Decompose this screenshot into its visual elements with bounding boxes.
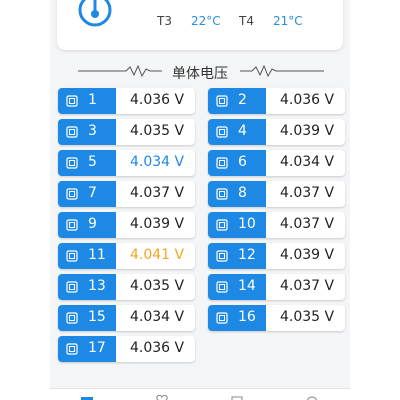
cell-voltage-header: 单体电压 — [50, 60, 350, 84]
cell-voltage-item[interactable]: 8 4.037 V — [208, 181, 345, 207]
cell-index-badge: 7 — [58, 181, 116, 207]
cell-voltage-item[interactable]: 17 4.036 V — [58, 336, 195, 362]
pulse-line-right-icon — [240, 65, 324, 77]
cell-index-badge: 5 — [58, 150, 116, 176]
battery-cell-icon — [66, 157, 78, 169]
battery-cell-icon — [216, 188, 228, 200]
temp-label-t4: T4 — [239, 14, 254, 28]
cell-index-label: 1 — [88, 92, 97, 108]
cell-voltage-item[interactable]: 14 4.037 V — [208, 274, 345, 300]
home-icon[interactable] — [80, 395, 94, 400]
cell-index-label: 7 — [88, 185, 97, 201]
device-icon[interactable] — [230, 395, 244, 400]
cell-index-label: 9 — [88, 216, 97, 232]
cell-index-badge: 6 — [208, 150, 266, 176]
cell-index-label: 17 — [88, 340, 106, 356]
cell-voltage-value: 4.036 V — [130, 92, 185, 108]
cell-index-label: 5 — [88, 154, 97, 170]
temp-label-t3: T3 — [157, 14, 172, 28]
temperature-card: T3 22°C T4 21°C — [57, 0, 343, 50]
cell-index-label: 12 — [238, 247, 256, 263]
cell-index-label: 3 — [88, 123, 97, 139]
cell-voltage-value: 4.037 V — [280, 216, 335, 232]
cell-voltage-value: 4.037 V — [280, 185, 335, 201]
cell-voltage-value: 4.034 V — [130, 309, 185, 325]
temp-value-t4: 21°C — [273, 14, 303, 28]
cell-index-badge: 2 — [208, 88, 266, 114]
battery-cell-icon — [66, 95, 78, 107]
cell-index-label: 16 — [238, 309, 256, 325]
cell-index-badge: 9 — [58, 212, 116, 238]
battery-cell-icon — [66, 343, 78, 355]
cell-index-badge: 17 — [58, 336, 116, 362]
cell-index-badge: 13 — [58, 274, 116, 300]
cell-voltage-item[interactable]: 9 4.039 V — [58, 212, 195, 238]
heart-icon[interactable] — [155, 395, 169, 400]
cell-index-badge: 14 — [208, 274, 266, 300]
cell-index-label: 11 — [88, 247, 106, 263]
cell-voltage-item[interactable]: 16 4.035 V — [208, 305, 345, 331]
cell-voltage-value: 4.039 V — [280, 247, 335, 263]
battery-cell-icon — [216, 95, 228, 107]
battery-cell-icon — [66, 281, 78, 293]
cell-index-badge: 3 — [58, 119, 116, 145]
cell-voltage-item[interactable]: 3 4.035 V — [58, 119, 195, 145]
cell-index-label: 14 — [238, 278, 256, 294]
battery-cell-icon — [216, 219, 228, 231]
battery-cell-icon — [216, 250, 228, 262]
cell-voltage-value: 4.034 V — [280, 154, 335, 170]
cell-index-label: 10 — [238, 216, 256, 232]
cell-index-label: 15 — [88, 309, 106, 325]
cell-index-badge: 15 — [58, 305, 116, 331]
cell-index-label: 8 — [238, 185, 247, 201]
cell-index-badge: 10 — [208, 212, 266, 238]
cell-index-label: 2 — [238, 92, 247, 108]
battery-cell-icon — [66, 126, 78, 138]
cell-voltage-value: 4.036 V — [280, 92, 335, 108]
cell-voltage-value: 4.039 V — [280, 123, 335, 139]
cell-voltage-value: 4.039 V — [130, 216, 185, 232]
app-screen: T3 22°C T4 21°C 单体电压 1 4.036 V 2 4.036 V 3 4.… — [50, 0, 350, 400]
cell-voltage-value: 4.036 V — [130, 340, 185, 356]
cell-voltage-item[interactable]: 7 4.037 V — [58, 181, 195, 207]
cell-index-badge: 8 — [208, 181, 266, 207]
temp-value-t3: 22°C — [191, 14, 221, 28]
cell-voltage-value: 4.035 V — [130, 278, 185, 294]
bottom-nav — [50, 388, 350, 400]
cell-voltage-item[interactable]: 10 4.037 V — [208, 212, 345, 238]
cell-index-label: 6 — [238, 154, 247, 170]
cell-voltage-value: 4.037 V — [280, 278, 335, 294]
battery-cell-icon — [216, 157, 228, 169]
cell-index-badge: 12 — [208, 243, 266, 269]
battery-cell-icon — [66, 250, 78, 262]
cell-voltage-item[interactable]: 1 4.036 V — [58, 88, 195, 114]
cell-voltage-value: 4.035 V — [130, 123, 185, 139]
battery-cell-icon — [66, 312, 78, 324]
cell-index-badge: 11 — [58, 243, 116, 269]
thermometer-icon — [78, 0, 112, 27]
battery-cell-icon — [216, 312, 228, 324]
cell-voltage-value: 4.035 V — [280, 309, 335, 325]
battery-cell-icon — [216, 126, 228, 138]
cell-voltage-item[interactable]: 11 4.041 V — [58, 243, 195, 269]
cell-voltage-item[interactable]: 12 4.039 V — [208, 243, 345, 269]
cell-voltage-item[interactable]: 15 4.034 V — [58, 305, 195, 331]
cell-voltage-item[interactable]: 13 4.035 V — [58, 274, 195, 300]
cell-voltage-item[interactable]: 6 4.034 V — [208, 150, 345, 176]
cell-voltage-value: 4.041 V — [130, 247, 185, 263]
battery-cell-icon — [216, 281, 228, 293]
cell-index-badge: 1 — [58, 88, 116, 114]
cell-index-label: 4 — [238, 123, 247, 139]
cell-voltage-item[interactable]: 4 4.039 V — [208, 119, 345, 145]
cell-voltage-item[interactable]: 5 4.034 V — [58, 150, 195, 176]
cell-voltage-value: 4.034 V — [130, 154, 185, 170]
battery-cell-icon — [66, 219, 78, 231]
cell-voltage-item[interactable]: 2 4.036 V — [208, 88, 345, 114]
battery-cell-icon — [66, 188, 78, 200]
cell-index-label: 13 — [88, 278, 106, 294]
profile-icon[interactable] — [305, 395, 319, 400]
cell-voltage-value: 4.037 V — [130, 185, 185, 201]
cell-index-badge: 4 — [208, 119, 266, 145]
cell-index-badge: 16 — [208, 305, 266, 331]
